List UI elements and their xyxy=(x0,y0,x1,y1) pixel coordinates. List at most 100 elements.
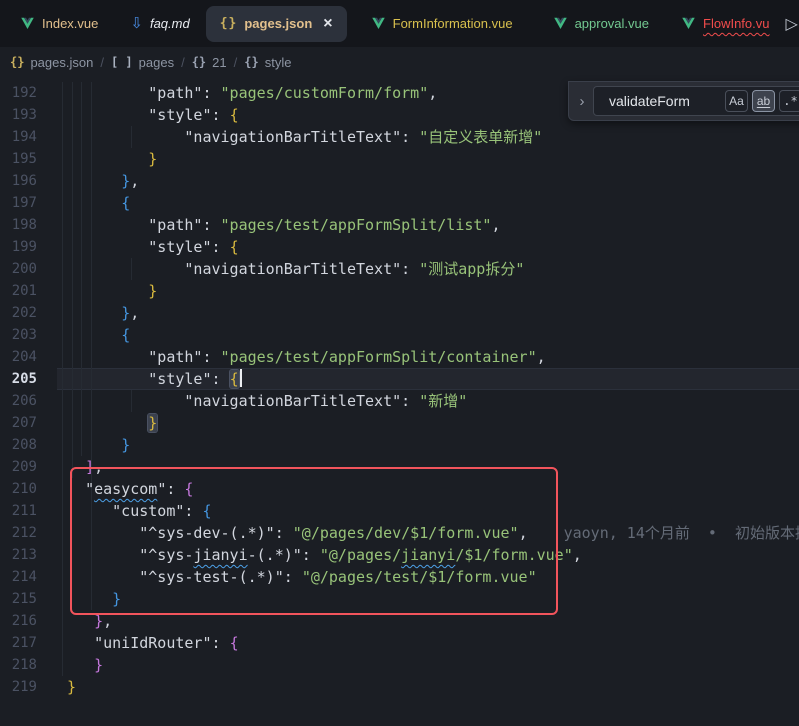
line-number[interactable]: 198 xyxy=(0,214,46,236)
code-line[interactable]: 212 "^sys-dev-(.*)": "@/pages/dev/$1/for… xyxy=(0,522,799,544)
code-line[interactable]: 202 }, xyxy=(0,302,799,324)
whole-word-button[interactable]: ab xyxy=(752,90,775,112)
code-token: ] xyxy=(85,458,94,476)
line-number[interactable]: 192 xyxy=(0,82,46,104)
code-text: "^sys-dev-(.*)": "@/pages/dev/$1/form.vu… xyxy=(67,522,799,544)
code-line[interactable]: 216 }, xyxy=(0,610,799,632)
code-line[interactable]: 208 } xyxy=(0,434,799,456)
code-token: , xyxy=(573,546,582,564)
indent-whitespace xyxy=(67,370,148,388)
run-icon[interactable]: ▷ xyxy=(786,14,799,34)
breadcrumb-item-21[interactable]: {}21 xyxy=(192,55,227,70)
tab-flowinfo-vu[interactable]: FlowInfo.vu xyxy=(665,6,785,42)
line-number[interactable]: 211 xyxy=(0,500,46,522)
code-token: } xyxy=(121,172,130,190)
line-number[interactable]: 194 xyxy=(0,126,46,148)
line-number[interactable]: 214 xyxy=(0,566,46,588)
tab-label: approval.vue xyxy=(575,16,649,31)
line-number[interactable]: 217 xyxy=(0,632,46,654)
line-number[interactable]: 207 xyxy=(0,412,46,434)
line-number[interactable]: 206 xyxy=(0,390,46,412)
code-line[interactable]: 218 } xyxy=(0,654,799,676)
code-line[interactable]: 210 "easycom": { xyxy=(0,478,799,500)
breadcrumb-item-pages-json[interactable]: {}pages.json xyxy=(10,55,93,70)
line-number[interactable]: 218 xyxy=(0,654,46,676)
code-token: { xyxy=(230,634,239,652)
line-number[interactable]: 205 xyxy=(0,368,46,390)
code-line[interactable]: 196 }, xyxy=(0,170,799,192)
code-line[interactable]: 211 "custom": { xyxy=(0,500,799,522)
code-line[interactable]: 201 } xyxy=(0,280,799,302)
code-token: } xyxy=(94,656,103,674)
code-text: "^sys-test-(.*)": "@/pages/test/$1/form.… xyxy=(67,566,537,588)
indent-whitespace xyxy=(67,392,184,410)
line-number[interactable]: 212 xyxy=(0,522,46,544)
line-number[interactable]: 204 xyxy=(0,346,46,368)
tab-pages-json[interactable]: {}pages.json× xyxy=(206,6,347,42)
line-number[interactable]: 197 xyxy=(0,192,46,214)
tab-faq-md[interactable]: ⇩faq.md xyxy=(114,6,205,42)
code-line[interactable]: 219} xyxy=(0,676,799,698)
code-text: { xyxy=(67,192,130,214)
breadcrumb-label: 21 xyxy=(212,55,226,70)
code-lines: 192 "path": "pages/customForm/form",193 … xyxy=(0,77,799,698)
code-token: "pages/customForm/form" xyxy=(221,84,429,102)
line-number[interactable]: 208 xyxy=(0,434,46,456)
code-line[interactable]: 204 "path": "pages/test/appFormSplit/con… xyxy=(0,346,799,368)
line-number[interactable]: 193 xyxy=(0,104,46,126)
close-tab-icon[interactable]: × xyxy=(323,16,332,32)
line-number[interactable]: 210 xyxy=(0,478,46,500)
code-token: ": xyxy=(157,480,184,498)
line-number[interactable]: 203 xyxy=(0,324,46,346)
indent-whitespace xyxy=(67,150,148,168)
line-number[interactable]: 216 xyxy=(0,610,46,632)
code-token: jianyi xyxy=(401,546,455,564)
code-line[interactable]: 205 "style": { xyxy=(0,368,799,390)
breadcrumb-item-pages[interactable]: [ ]pages xyxy=(111,55,174,70)
line-number[interactable]: 202 xyxy=(0,302,46,324)
code-line[interactable]: 203 { xyxy=(0,324,799,346)
code-line[interactable]: 194 "navigationBarTitleText": "自定义表单新增" xyxy=(0,126,799,148)
find-widget: › Aa ab .* xyxy=(568,81,799,121)
vue-icon xyxy=(681,17,696,31)
tab-index-vue[interactable]: Index.vue xyxy=(4,6,114,42)
indent-whitespace xyxy=(67,172,121,190)
code-line[interactable]: 200 "navigationBarTitleText": "测试app拆分" xyxy=(0,258,799,280)
code-text: "path": "pages/customForm/form", xyxy=(67,82,437,104)
line-number[interactable]: 215 xyxy=(0,588,46,610)
breadcrumb-item-style[interactable]: {}style xyxy=(244,55,291,70)
line-number[interactable]: 219 xyxy=(0,676,46,698)
line-number[interactable]: 213 xyxy=(0,544,46,566)
line-number[interactable]: 209 xyxy=(0,456,46,478)
code-line[interactable]: 199 "style": { xyxy=(0,236,799,258)
toggle-replace-button[interactable]: › xyxy=(574,93,590,110)
line-number[interactable]: 201 xyxy=(0,280,46,302)
code-line[interactable]: 198 "path": "pages/test/appFormSplit/lis… xyxy=(0,214,799,236)
code-line[interactable]: 215 } xyxy=(0,588,799,610)
tab-forminformation-vue[interactable]: FormInformation.vue xyxy=(347,6,537,42)
regex-button[interactable]: .* xyxy=(779,90,799,112)
breadcrumb-label: style xyxy=(265,55,292,70)
text-cursor xyxy=(240,369,242,387)
indent-whitespace xyxy=(67,634,94,652)
code-line[interactable]: 214 "^sys-test-(.*)": "@/pages/test/$1/f… xyxy=(0,566,799,588)
code-line[interactable]: 217 "uniIdRouter": { xyxy=(0,632,799,654)
code-line[interactable]: 206 "navigationBarTitleText": "新增" xyxy=(0,390,799,412)
code-token: "navigationBarTitleText": xyxy=(184,260,419,278)
line-number[interactable]: 199 xyxy=(0,236,46,258)
line-number[interactable]: 200 xyxy=(0,258,46,280)
line-number[interactable]: 196 xyxy=(0,170,46,192)
code-line[interactable]: 195 } xyxy=(0,148,799,170)
code-line[interactable]: 197 { xyxy=(0,192,799,214)
code-text: "custom": { xyxy=(67,500,212,522)
code-token: { xyxy=(121,194,130,212)
code-line[interactable]: 213 "^sys-jianyi-(.*)": "@/pages/jianyi/… xyxy=(0,544,799,566)
line-number[interactable]: 195 xyxy=(0,148,46,170)
code-token: } xyxy=(148,150,157,168)
match-case-button[interactable]: Aa xyxy=(725,90,748,112)
code-token: } xyxy=(121,436,130,454)
code-token: { xyxy=(121,326,130,344)
tab-approval-vue[interactable]: approval.vue xyxy=(537,6,665,42)
code-line[interactable]: 207 } xyxy=(0,412,799,434)
code-line[interactable]: 209 ], xyxy=(0,456,799,478)
